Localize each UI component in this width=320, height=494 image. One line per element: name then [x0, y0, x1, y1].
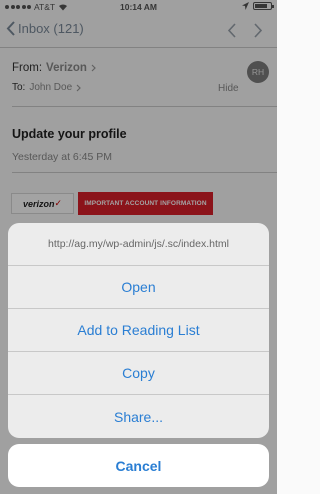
- add-to-reading-list-button[interactable]: Add to Reading List: [8, 309, 269, 352]
- link-url: http://ag.my/wp-admin/js/.sc/index.html: [8, 223, 269, 266]
- share-button[interactable]: Share...: [8, 395, 269, 438]
- copy-button[interactable]: Copy: [8, 352, 269, 395]
- link-action-sheet: http://ag.my/wp-admin/js/.sc/index.html …: [8, 223, 269, 438]
- open-button[interactable]: Open: [8, 266, 269, 309]
- cancel-button[interactable]: Cancel: [8, 444, 269, 487]
